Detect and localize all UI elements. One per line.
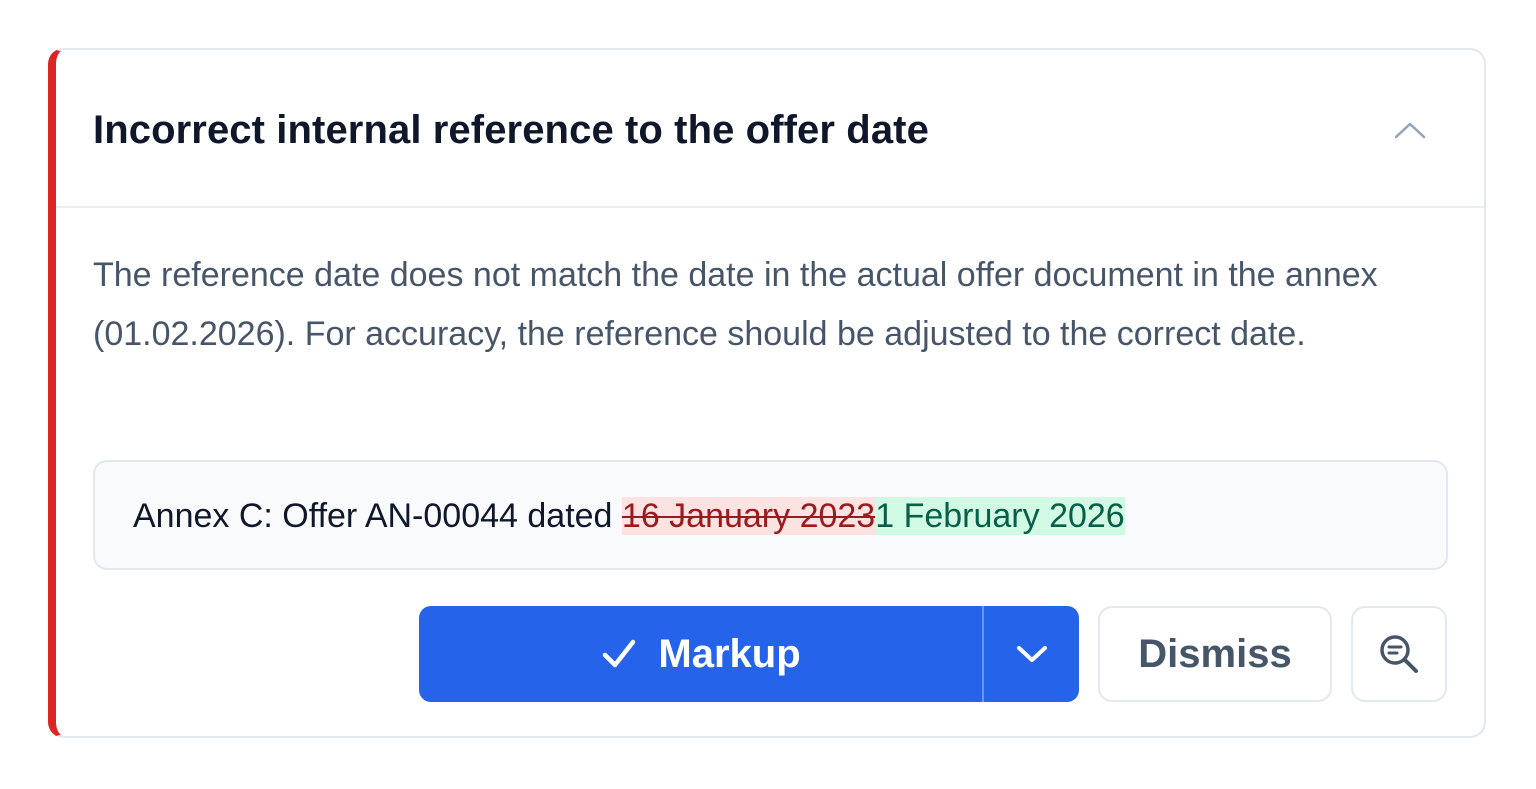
chevron-down-icon [1016,646,1047,662]
search-text-icon [1380,635,1418,673]
markup-label: Markup [658,631,801,676]
issue-description: The reference date does not match the da… [93,256,1378,353]
deleted-text: 16 January 2023 [621,497,876,535]
suggestion-prefix: Annex C: Offer AN-00044 dated [133,497,622,535]
issue-card: Incorrect internal reference to the offe… [48,48,1486,738]
dismiss-button[interactable]: Dismiss [1098,606,1332,702]
inserted-text: 1 February 2026 [875,497,1125,535]
markup-button[interactable]: Markup [419,606,984,702]
check-icon [603,639,636,668]
markup-split-button: Markup [419,606,1079,702]
inspect-button[interactable] [1351,606,1447,702]
issue-card-body: The reference date does not match the da… [93,208,1448,736]
chevron-up-icon [1394,122,1426,139]
action-bar: Markup Dismiss [419,606,1447,702]
markup-dropdown-button[interactable] [984,606,1079,702]
suggestion-box: Annex C: Offer AN-00044 dated 16 January… [93,460,1448,570]
suggestion-text: Annex C: Offer AN-00044 dated 16 January… [133,494,1125,538]
issue-card-header[interactable]: Incorrect internal reference to the offe… [56,50,1484,208]
collapse-button[interactable] [1388,108,1432,152]
issue-title: Incorrect internal reference to the offe… [93,108,929,152]
